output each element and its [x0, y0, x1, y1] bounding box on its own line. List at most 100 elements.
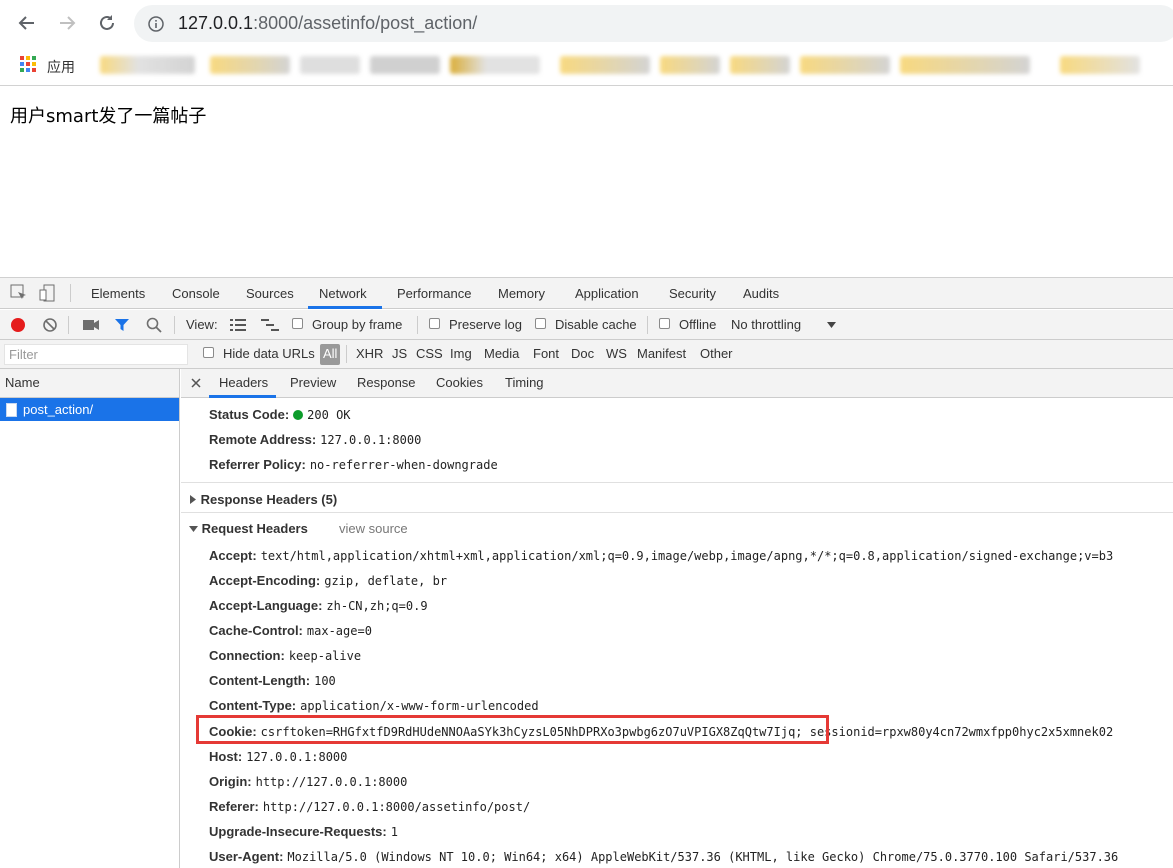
apps-label[interactable]: 应用 — [47, 57, 75, 77]
url-host: 127.0.0.1 — [178, 13, 254, 33]
header-key: Content-Length: — [209, 673, 311, 688]
forward-button[interactable] — [54, 10, 80, 36]
request-header-row: Content-Type: application/x-www-form-urle… — [209, 698, 539, 713]
address-bar[interactable]: 127.0.0.1:8000/assetinfo/post_action/ — [134, 5, 1173, 42]
response-headers-title: Response Headers (5) — [200, 492, 338, 507]
header-key: Referrer Policy: — [209, 457, 306, 472]
filter-type-js[interactable]: JS — [392, 346, 407, 361]
hide-data-urls-checkbox[interactable] — [203, 347, 214, 358]
name-column-header[interactable]: Name — [0, 369, 179, 398]
filter-type-doc[interactable]: Doc — [571, 346, 594, 361]
filter-type-all[interactable]: All — [320, 344, 341, 365]
request-header-row: User-Agent: Mozilla/5.0 (Windows NT 10.0;… — [209, 849, 1118, 864]
back-button[interactable] — [14, 10, 40, 36]
divider — [647, 316, 648, 334]
tab-console[interactable]: Console — [172, 286, 220, 301]
tab-headers[interactable]: Headers — [219, 375, 268, 390]
bookmark-item[interactable] — [300, 56, 360, 74]
filter-type-manifest[interactable]: Manifest — [637, 346, 686, 361]
tab-elements[interactable]: Elements — [91, 286, 145, 301]
request-header-row: Referer: http://127.0.0.1:8000/assetinfo/… — [209, 799, 530, 814]
request-header-row: Content-Length: 100 — [209, 673, 336, 688]
request-name: post_action/ — [23, 402, 94, 417]
view-source-link[interactable]: view source — [339, 521, 408, 536]
throttling-select[interactable]: No throttling — [731, 317, 801, 332]
tab-sources[interactable]: Sources — [246, 286, 294, 301]
filter-type-other[interactable]: Other — [700, 346, 733, 361]
header-key: User-Agent: — [209, 849, 284, 864]
header-value: 127.0.0.1:8000 — [246, 750, 348, 764]
header-value: 200 OK — [307, 408, 351, 422]
search-icon[interactable] — [146, 317, 162, 333]
bookmark-item[interactable] — [450, 56, 540, 74]
filter-type-xhr[interactable]: XHR — [356, 346, 383, 361]
caret-right-icon — [190, 495, 196, 504]
bookmark-item[interactable] — [100, 56, 195, 74]
tab-application[interactable]: Application — [575, 286, 639, 301]
tab-response[interactable]: Response — [357, 375, 416, 390]
header-value: gzip, deflate, br — [324, 574, 448, 588]
tab-performance[interactable]: Performance — [397, 286, 471, 301]
filter-funnel-icon[interactable] — [114, 317, 130, 333]
screenshot-camera-icon[interactable] — [82, 318, 100, 332]
preserve-log-checkbox[interactable] — [429, 318, 440, 329]
reload-button[interactable] — [94, 10, 120, 36]
devtools-tab-bar: Elements Console Sources Network Perform… — [0, 278, 1173, 309]
request-header-row: Upgrade-Insecure-Requests: 1 — [209, 824, 398, 839]
headers-view: Status Code: 200 OK Remote Address: 127.0.… — [181, 398, 1173, 868]
clear-icon[interactable] — [42, 317, 58, 333]
inspect-element-icon[interactable] — [10, 284, 28, 302]
filter-type-font[interactable]: Font — [533, 346, 559, 361]
waterfall-icon[interactable] — [261, 318, 279, 332]
tab-memory[interactable]: Memory — [498, 286, 545, 301]
bookmark-item[interactable] — [800, 56, 890, 74]
filter-type-img[interactable]: Img — [450, 346, 472, 361]
close-icon[interactable] — [191, 378, 201, 388]
request-headers-toggle[interactable]: Request Headers — [189, 521, 308, 536]
filter-type-ws[interactable]: WS — [606, 346, 627, 361]
request-header-row: Origin: http://127.0.0.1:8000 — [209, 774, 407, 789]
bookmark-item[interactable] — [370, 56, 440, 74]
offline-checkbox[interactable] — [659, 318, 670, 329]
large-rows-icon[interactable] — [230, 318, 246, 332]
tab-timing[interactable]: Timing — [505, 375, 544, 390]
record-icon[interactable] — [10, 317, 26, 333]
header-value: 127.0.0.1:8000 — [320, 433, 422, 447]
document-icon — [6, 402, 17, 417]
offline-label: Offline — [679, 317, 717, 332]
header-value: zh-CN,zh;q=0.9 — [326, 599, 428, 613]
bookmark-item[interactable] — [900, 56, 1030, 74]
response-headers-toggle[interactable]: Response Headers (5) — [189, 492, 337, 507]
group-by-frame-checkbox[interactable] — [292, 318, 303, 329]
bookmark-item[interactable] — [660, 56, 720, 74]
divider — [181, 512, 1173, 513]
header-value: no-referrer-when-downgrade — [309, 458, 498, 472]
request-header-row: Host: 127.0.0.1:8000 — [209, 749, 347, 764]
request-header-row: Connection: keep-alive — [209, 648, 361, 663]
bookmark-item[interactable] — [210, 56, 290, 74]
reload-icon — [100, 15, 114, 30]
tab-security[interactable]: Security — [669, 286, 716, 301]
disable-cache-checkbox[interactable] — [535, 318, 546, 329]
bookmark-item[interactable] — [1060, 56, 1140, 74]
caret-down-icon — [189, 526, 198, 532]
filter-type-css[interactable]: CSS — [416, 346, 443, 361]
tab-network[interactable]: Network — [319, 286, 367, 301]
filter-input[interactable]: Filter — [4, 344, 188, 365]
tab-preview[interactable]: Preview — [290, 375, 336, 390]
general-row: Remote Address: 127.0.0.1:8000 — [209, 432, 421, 447]
bookmark-item[interactable] — [560, 56, 650, 74]
info-icon[interactable] — [148, 16, 164, 32]
devtools-panel: Elements Console Sources Network Perform… — [0, 277, 1173, 868]
tab-audits[interactable]: Audits — [743, 286, 779, 301]
group-by-frame-label: Group by frame — [312, 317, 403, 332]
header-key: Referer: — [209, 799, 259, 814]
divider — [346, 345, 347, 363]
chevron-down-icon[interactable] — [827, 322, 836, 328]
filter-type-media[interactable]: Media — [484, 346, 519, 361]
apps-icon[interactable] — [20, 56, 36, 72]
tab-cookies[interactable]: Cookies — [436, 375, 483, 390]
device-toolbar-icon[interactable] — [39, 284, 57, 302]
bookmark-item[interactable] — [730, 56, 790, 74]
request-row[interactable]: post_action/ — [0, 398, 179, 421]
